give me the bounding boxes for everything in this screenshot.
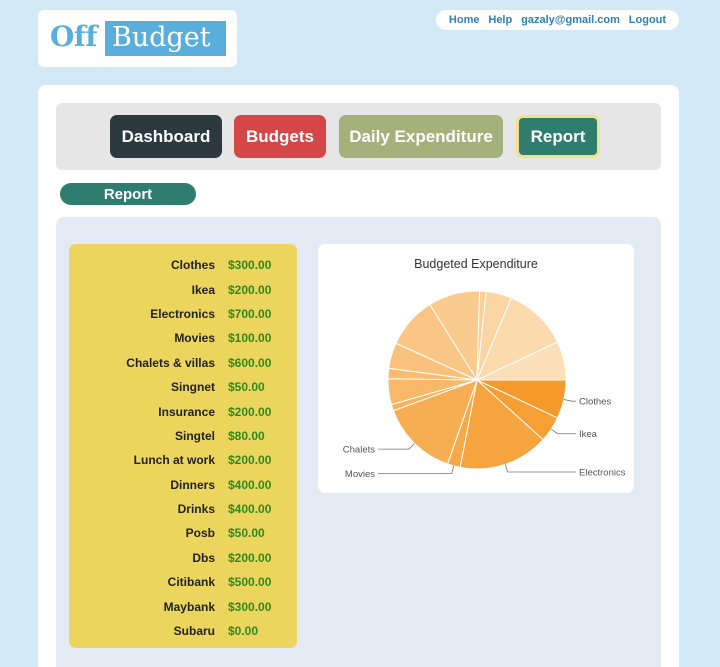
budget-name: Singnet [171,380,215,395]
budget-amount: $200.00 [228,550,272,565]
home-link[interactable]: Home [449,14,480,26]
budget-name: Lunch at work [133,453,215,468]
budget-row: Lunch at work $200.00 [69,448,297,472]
logo[interactable]: Off Budget [38,10,237,67]
budget-row: Electronics $700.00 [69,302,297,326]
section-title: Report [60,183,196,205]
budget-name: Subaru [173,624,215,639]
budget-name: Chalets & villas [126,355,215,370]
budget-amount: $0.00 [228,624,259,639]
pie-label: Chalets [343,445,375,456]
budget-list: Clothes $300.00 Ikea $200.00 Electronics $700… [69,244,297,648]
logo-off-text: Off [50,20,97,53]
budget-name: Movies [174,331,215,346]
pie-leader-line [563,399,576,402]
budget-row: Singtel $80.00 [69,424,297,448]
pie-label: Movies [345,469,375,480]
budget-amount: $200.00 [228,404,272,419]
budget-amount: $400.00 [228,477,272,492]
budget-row: Posb $50.00 [69,521,297,545]
budget-row: Movies $100.00 [69,326,297,350]
pie-leader-line [378,465,455,475]
budget-amount: $700.00 [228,306,272,321]
budget-amount: $300.00 [228,258,272,273]
budget-amount: $100.00 [228,331,272,346]
budget-name: Clothes [170,258,215,273]
help-link[interactable]: Help [488,14,512,26]
tab-report[interactable]: Report [516,115,600,158]
chart-title: Budgeted Expenditure [414,257,538,271]
budget-row: Subaru $0.00 [69,619,297,643]
pie-label: Electronics [579,467,626,478]
budget-row: Clothes $300.00 [69,253,297,277]
budget-amount: $300.00 [228,599,272,614]
budget-row: Dbs $200.00 [69,546,297,570]
chart-card: Budgeted Expenditure Clothes Ikea Electron… [318,244,634,493]
report-content: Clothes $300.00 Ikea $200.00 Electronics $700… [56,217,661,667]
pie-chart: Budgeted Expenditure Clothes Ikea Electron… [343,257,626,480]
user-email-link[interactable]: gazaly@gmail.com [521,14,620,26]
budget-row: Citibank $500.00 [69,570,297,594]
budget-amount: $200.00 [228,453,272,468]
pie-leader-line [378,443,415,450]
budget-name: Ikea [191,282,215,297]
budget-row: Singnet $50.00 [69,375,297,399]
budget-name: Singtel [174,428,215,443]
budget-row: Insurance $200.00 [69,399,297,423]
pie-label: Clothes [579,397,611,408]
budget-row: Maybank $300.00 [69,594,297,618]
logo-budget-text: Budget [105,21,226,56]
pie-leader-line [504,464,576,473]
budget-amount: $50.00 [228,526,265,541]
pie-leader-line [550,428,576,435]
budget-amount: $50.00 [228,380,265,395]
logout-link[interactable]: Logout [629,14,666,26]
budget-name: Posb [185,526,215,541]
budget-amount: $500.00 [228,575,272,590]
budget-row: Ikea $200.00 [69,277,297,301]
budget-name: Citibank [167,575,215,590]
top-nav: Home Help gazaly@gmail.com Logout [436,10,679,30]
tab-bar: Dashboard Budgets Daily Expenditure Repo… [56,103,661,170]
budget-row: Drinks $400.00 [69,497,297,521]
budget-name: Maybank [163,599,215,614]
budget-name: Drinks [177,502,215,517]
budget-amount: $400.00 [228,502,272,517]
budget-amount: $80.00 [228,428,265,443]
budget-name: Electronics [150,306,215,321]
budget-name: Insurance [158,404,215,419]
main-panel: Dashboard Budgets Daily Expenditure Repo… [38,85,679,667]
budget-row: Dinners $400.00 [69,473,297,497]
tab-budgets[interactable]: Budgets [234,115,326,158]
tab-dashboard[interactable]: Dashboard [110,115,222,158]
budget-name: Dbs [192,550,215,565]
budget-row: Chalets & villas $600.00 [69,351,297,375]
budget-amount: $200.00 [228,282,272,297]
budget-amount: $600.00 [228,355,272,370]
tab-daily-expenditure[interactable]: Daily Expenditure [339,115,503,158]
budget-name: Dinners [170,477,215,492]
pie-label: Ikea [579,429,598,440]
